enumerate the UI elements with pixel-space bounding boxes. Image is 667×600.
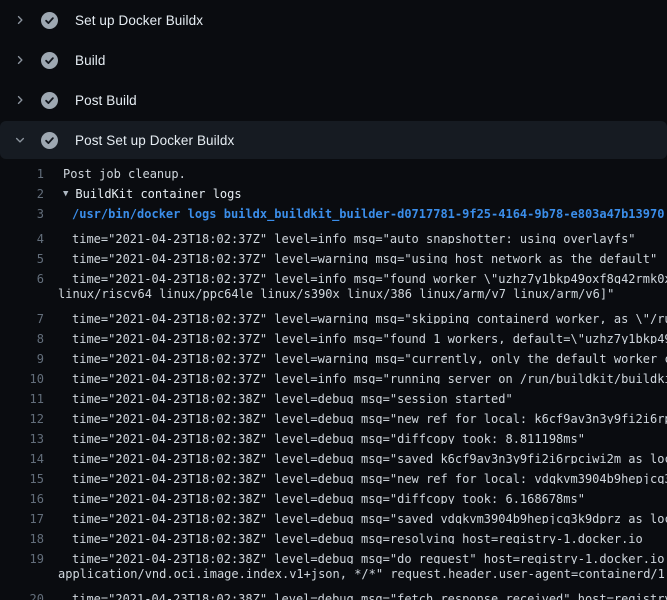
log-line-number[interactable]: 19 bbox=[0, 549, 44, 564]
log-line: 7 ▼ time="2021-04-23T18:02:37Z" level=wa… bbox=[0, 304, 667, 324]
log-line-text: time="2021-04-23T18:02:37Z" level=warnin… bbox=[72, 309, 667, 324]
chevron-icon bbox=[12, 12, 28, 28]
chevron-icon bbox=[12, 52, 28, 68]
log-line-text: linux/riscv64 linux/ppc64le linux/s390x … bbox=[58, 284, 614, 304]
log-line: ▼ linux/riscv64 linux/ppc64le linux/s390… bbox=[0, 284, 667, 304]
step-label: Set up Docker Buildx bbox=[75, 13, 203, 28]
step-header-post-set-up-docker-buildx[interactable]: Post Set up Docker Buildx bbox=[0, 121, 667, 159]
log-line-number[interactable] bbox=[0, 284, 44, 304]
check-circle-icon bbox=[41, 132, 58, 149]
log-viewer: 1 ▼ Post job cleanup. 2 ▼ BuildKit conta… bbox=[0, 159, 667, 600]
log-line-text: Post job cleanup. bbox=[63, 164, 186, 184]
log-line-number[interactable]: 10 bbox=[0, 369, 44, 384]
chevron-icon bbox=[12, 92, 28, 108]
log-line-number[interactable]: 17 bbox=[0, 509, 44, 524]
step-header-set-up-docker-buildx[interactable]: Set up Docker Buildx bbox=[0, 0, 667, 40]
log-line-number[interactable]: 8 bbox=[0, 329, 44, 344]
check-circle-icon bbox=[41, 12, 58, 29]
log-line: 9 ▼ time="2021-04-23T18:02:37Z" level=wa… bbox=[0, 344, 667, 364]
step-list: Set up Docker Buildx Build Post Build bbox=[0, 0, 667, 159]
log-line: 3 ▼ /usr/bin/docker logs buildx_buildkit… bbox=[0, 204, 667, 224]
log-line-text: BuildKit container logs bbox=[75, 184, 241, 204]
log-line-text: /usr/bin/docker logs buildx_buildkit_bui… bbox=[72, 204, 664, 224]
log-line-text: time="2021-04-23T18:02:37Z" level=warnin… bbox=[72, 349, 667, 364]
log-line[interactable]: 2 ▼ BuildKit container logs bbox=[0, 184, 667, 204]
log-line: 16 ▼ time="2021-04-23T18:02:38Z" level=d… bbox=[0, 484, 667, 504]
step-label: Build bbox=[75, 53, 106, 68]
log-line: 8 ▼ time="2021-04-23T18:02:37Z" level=in… bbox=[0, 324, 667, 344]
log-line-number[interactable]: 18 bbox=[0, 529, 44, 544]
log-line-number[interactable]: 20 bbox=[0, 589, 44, 600]
log-line: 12 ▼ time="2021-04-23T18:02:38Z" level=d… bbox=[0, 404, 667, 424]
log-line-number[interactable]: 2 bbox=[0, 184, 44, 204]
log-line-number[interactable]: 16 bbox=[0, 489, 44, 504]
log-line-text: time="2021-04-23T18:02:38Z" level=debug … bbox=[72, 449, 667, 464]
step-header-post-build[interactable]: Post Build bbox=[0, 80, 667, 120]
log-line: 5 ▼ time="2021-04-23T18:02:37Z" level=wa… bbox=[0, 244, 667, 264]
check-circle-icon bbox=[41, 92, 58, 109]
log-line-text: time="2021-04-23T18:02:38Z" level=debug … bbox=[72, 529, 643, 544]
log-line: ▼ application/vnd.oci.image.index.v1+jso… bbox=[0, 564, 667, 584]
log-line-number[interactable]: 6 bbox=[0, 269, 44, 284]
log-line-number[interactable]: 13 bbox=[0, 429, 44, 444]
step-label: Post Build bbox=[75, 93, 137, 108]
log-line: 13 ▼ time="2021-04-23T18:02:38Z" level=d… bbox=[0, 424, 667, 444]
log-line-number[interactable]: 11 bbox=[0, 389, 44, 404]
log-line: 4 ▼ time="2021-04-23T18:02:37Z" level=in… bbox=[0, 224, 667, 244]
log-line-text: time="2021-04-23T18:02:37Z" level=warnin… bbox=[72, 249, 657, 264]
log-line-text: time="2021-04-23T18:02:38Z" level=debug … bbox=[72, 589, 667, 600]
log-line-text: time="2021-04-23T18:02:38Z" level=debug … bbox=[72, 549, 667, 564]
group-collapse-triangle-icon: ▼ bbox=[63, 184, 68, 204]
log-line-text: time="2021-04-23T18:02:37Z" level=info m… bbox=[72, 229, 636, 244]
log-line-text: time="2021-04-23T18:02:38Z" level=debug … bbox=[72, 409, 667, 424]
step-label: Post Set up Docker Buildx bbox=[75, 133, 234, 148]
log-line-number[interactable] bbox=[0, 564, 44, 584]
log-line-text: time="2021-04-23T18:02:37Z" level=info m… bbox=[72, 329, 667, 344]
log-line: 15 ▼ time="2021-04-23T18:02:38Z" level=d… bbox=[0, 464, 667, 484]
log-line-text: application/vnd.oci.image.index.v1+json,… bbox=[58, 564, 667, 584]
log-line-text: time="2021-04-23T18:02:38Z" level=debug … bbox=[72, 429, 585, 444]
log-line-text: time="2021-04-23T18:02:37Z" level=info m… bbox=[72, 269, 667, 284]
log-line-number[interactable]: 14 bbox=[0, 449, 44, 464]
log-line-number[interactable]: 15 bbox=[0, 469, 44, 484]
log-line: 19 ▼ time="2021-04-23T18:02:38Z" level=d… bbox=[0, 544, 667, 564]
log-line-text: time="2021-04-23T18:02:38Z" level=debug … bbox=[72, 509, 667, 524]
log-line: 1 ▼ Post job cleanup. bbox=[0, 164, 667, 184]
log-line-text: time="2021-04-23T18:02:38Z" level=debug … bbox=[72, 469, 667, 484]
check-circle-icon bbox=[41, 52, 58, 69]
log-line-text: time="2021-04-23T18:02:38Z" level=debug … bbox=[72, 489, 585, 504]
log-line: 10 ▼ time="2021-04-23T18:02:37Z" level=i… bbox=[0, 364, 667, 384]
log-line-number[interactable]: 7 bbox=[0, 309, 44, 324]
log-line: 11 ▼ time="2021-04-23T18:02:38Z" level=d… bbox=[0, 384, 667, 404]
log-line-number[interactable]: 1 bbox=[0, 164, 44, 184]
log-line: 6 ▼ time="2021-04-23T18:02:37Z" level=in… bbox=[0, 264, 667, 284]
log-line: 20 ▼ time="2021-04-23T18:02:38Z" level=d… bbox=[0, 584, 667, 600]
log-line-number[interactable]: 4 bbox=[0, 229, 44, 244]
step-header-build[interactable]: Build bbox=[0, 40, 667, 80]
log-line: 14 ▼ time="2021-04-23T18:02:38Z" level=d… bbox=[0, 444, 667, 464]
log-line-text: time="2021-04-23T18:02:37Z" level=info m… bbox=[72, 369, 667, 384]
log-line: 17 ▼ time="2021-04-23T18:02:38Z" level=d… bbox=[0, 504, 667, 524]
chevron-icon bbox=[12, 132, 28, 148]
log-line-number[interactable]: 9 bbox=[0, 349, 44, 364]
log-line-number[interactable]: 3 bbox=[0, 204, 44, 224]
log-line-text: time="2021-04-23T18:02:38Z" level=debug … bbox=[72, 389, 513, 404]
log-line-number[interactable]: 12 bbox=[0, 409, 44, 424]
log-line: 18 ▼ time="2021-04-23T18:02:38Z" level=d… bbox=[0, 524, 667, 544]
log-line-number[interactable]: 5 bbox=[0, 249, 44, 264]
